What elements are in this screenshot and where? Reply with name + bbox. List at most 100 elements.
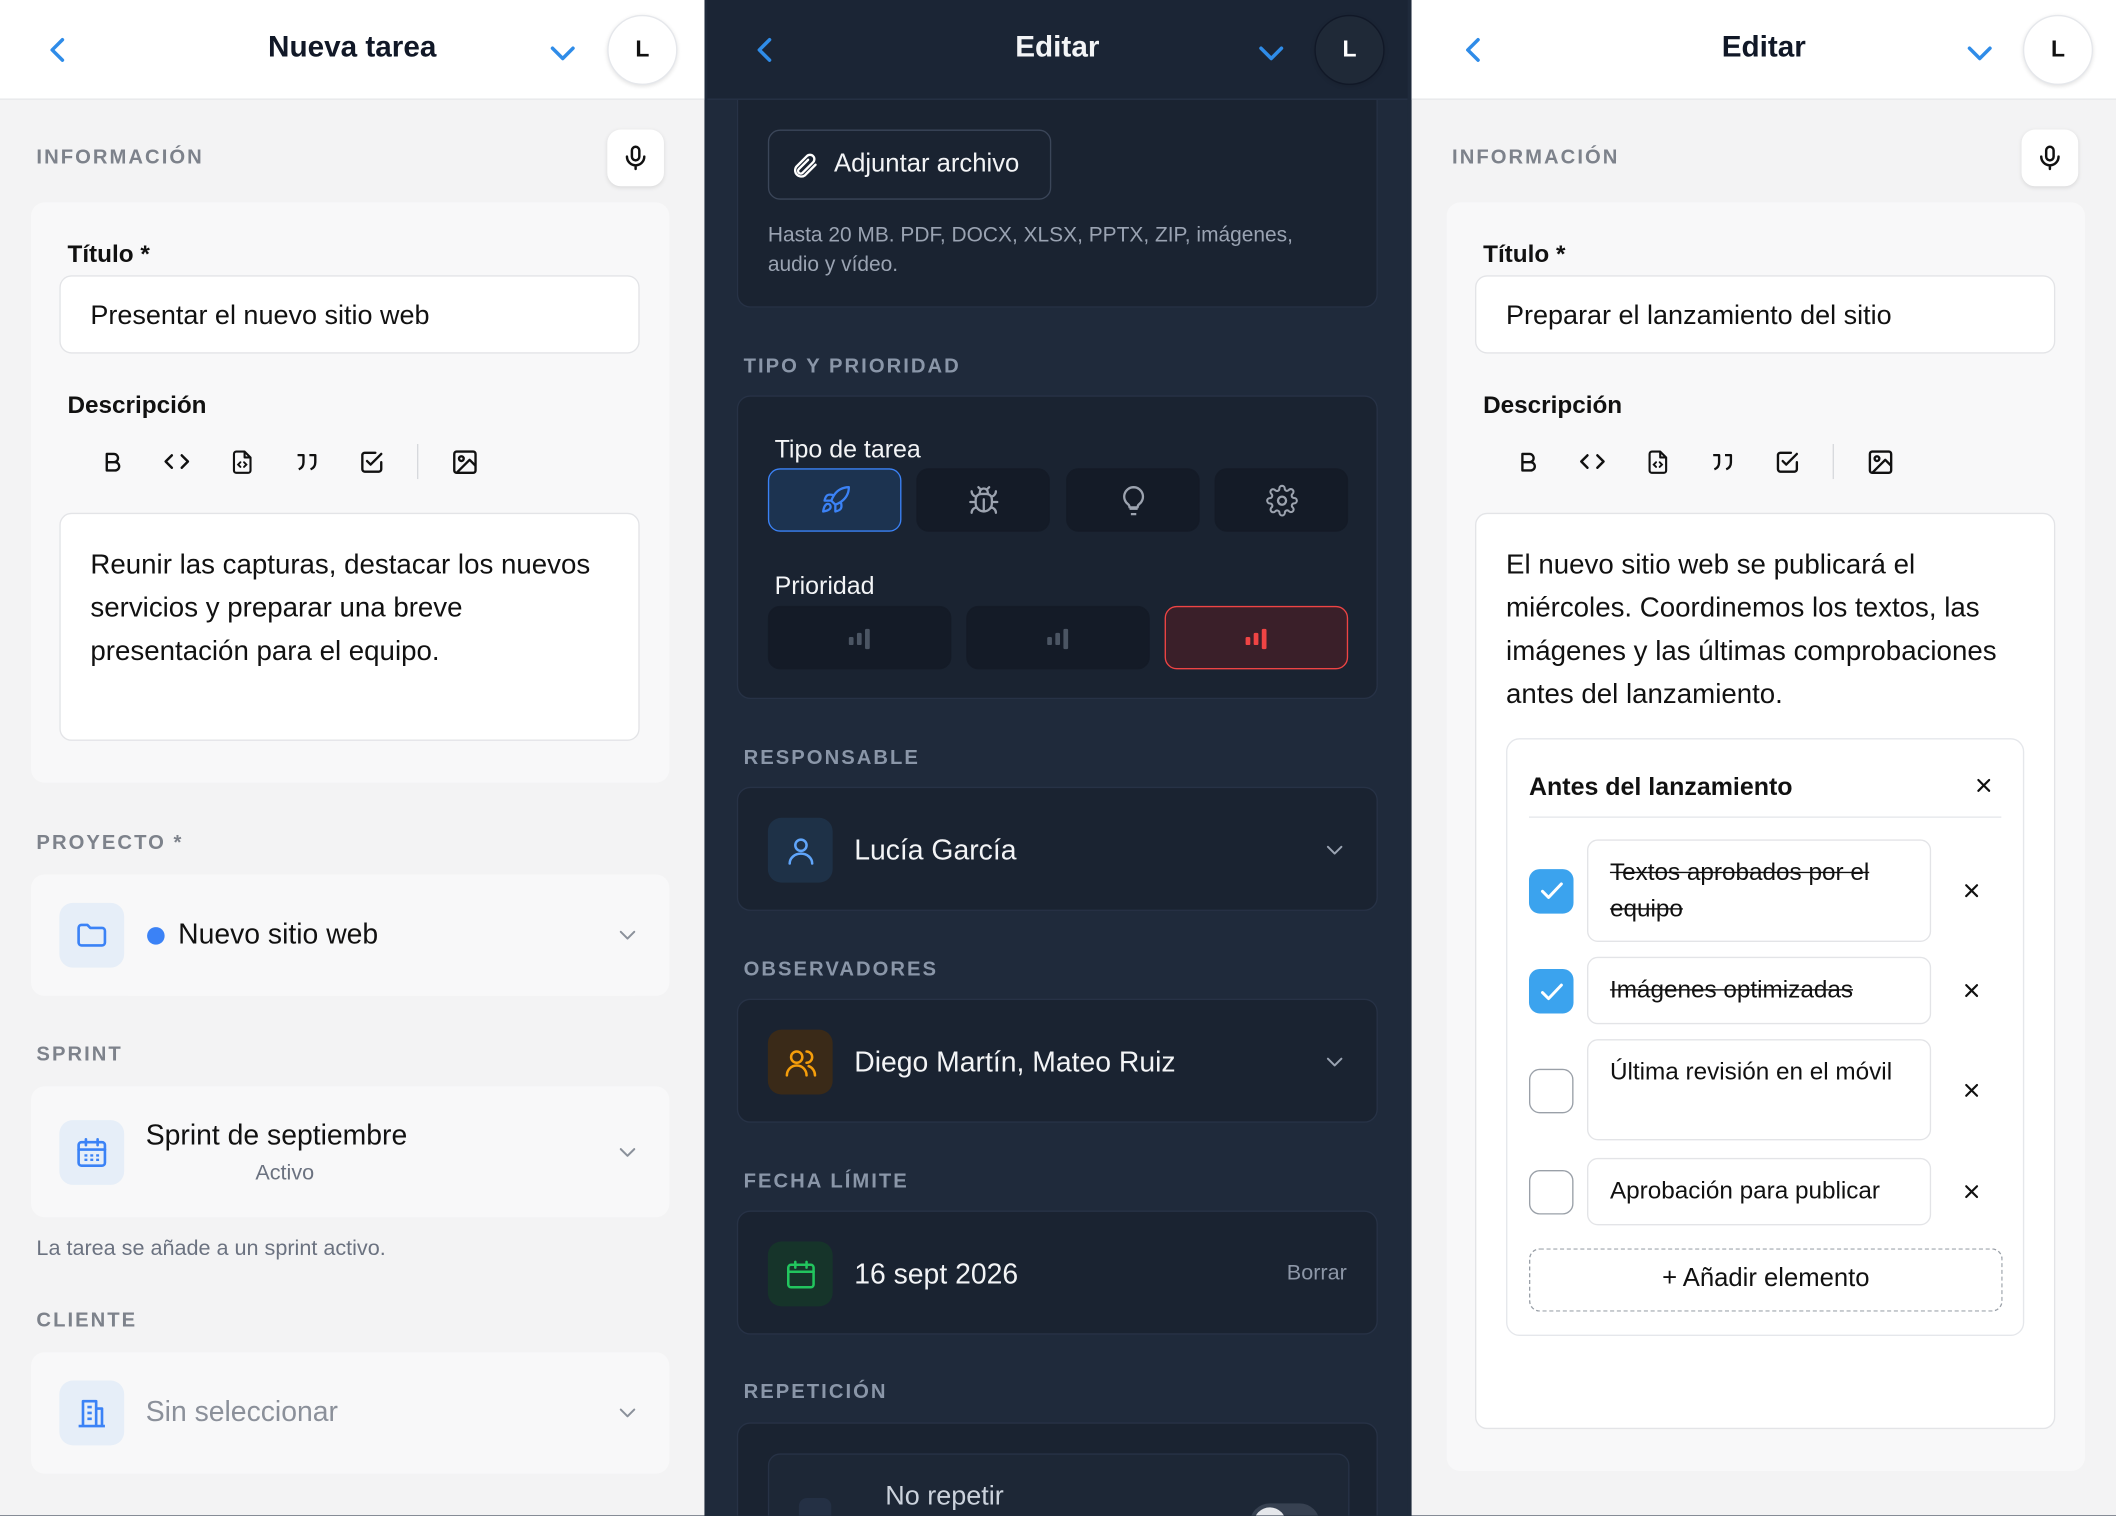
priority-medium[interactable] xyxy=(966,605,1150,670)
panel-edit-light: Editar L INFORMACIÓN Título * Preparar e… xyxy=(1411,0,2116,1516)
repeat-select[interactable]: No repetir xyxy=(767,1453,1350,1516)
code-icon xyxy=(162,447,192,477)
bold-button[interactable] xyxy=(80,441,145,481)
check-icon xyxy=(1535,874,1567,906)
checklist-checkbox[interactable] xyxy=(1528,868,1574,913)
section-due-date-label: FECHA LÍMITE xyxy=(743,1170,909,1193)
sprint-value: Sprint de septiembre xyxy=(145,1120,408,1152)
chevron-down-icon xyxy=(1321,837,1348,864)
checklist-checkbox[interactable] xyxy=(1528,1170,1574,1215)
section-watchers-label: OBSERVADORES xyxy=(743,958,939,982)
remove-item-icon[interactable] xyxy=(1961,1079,1983,1101)
task-type-maintenance[interactable] xyxy=(1214,468,1349,532)
code-button[interactable] xyxy=(144,441,209,481)
priority-high[interactable] xyxy=(1164,605,1349,670)
checklist-button[interactable] xyxy=(339,441,404,481)
remove-item-icon[interactable] xyxy=(1961,879,1983,901)
remove-item-icon[interactable] xyxy=(1961,980,1983,1002)
lightbulb-icon xyxy=(1117,484,1149,516)
voice-input-button[interactable] xyxy=(607,129,664,187)
image-icon xyxy=(450,447,478,475)
remove-item-icon[interactable] xyxy=(1961,1181,1983,1203)
users-icon xyxy=(783,1045,817,1079)
due-date-icon-box xyxy=(767,1241,833,1307)
sprint-icon-box xyxy=(59,1120,125,1185)
checklist-block: Antes del lanzamiento Textos aprobados p… xyxy=(1506,738,2025,1337)
checklist-button[interactable] xyxy=(1754,441,1819,481)
repeat-icon xyxy=(798,1497,832,1516)
chevron-down-icon xyxy=(614,1399,641,1426)
task-type-feature[interactable] xyxy=(767,468,902,532)
watchers-select[interactable]: Diego Martín, Mateo Ruiz xyxy=(736,998,1378,1123)
checklist-checkbox[interactable] xyxy=(1528,1068,1574,1113)
header: Editar L xyxy=(707,0,1408,100)
section-project-label: PROYECTO * xyxy=(36,831,184,855)
project-color-dot xyxy=(147,927,165,945)
checklist-title: Antes del lanzamiento xyxy=(1528,771,1793,801)
title-input[interactable]: Presentar el nuevo sitio web xyxy=(59,275,640,354)
description-editor[interactable]: Reunir las capturas, destacar los nuevos… xyxy=(59,512,640,741)
priority-bars-icon xyxy=(848,628,870,650)
calendar-icon xyxy=(74,1135,109,1170)
add-item-button[interactable]: + Añadir elemento xyxy=(1528,1248,2003,1312)
repeat-value: No repetir xyxy=(885,1481,1004,1512)
clear-date-button[interactable]: Borrar xyxy=(1287,1262,1347,1286)
attach-file-button[interactable]: Adjuntar archivo xyxy=(767,129,1052,200)
bold-icon xyxy=(98,447,126,475)
checklist-checkbox[interactable] xyxy=(1528,968,1574,1014)
project-value: Nuevo sitio web xyxy=(178,919,379,951)
calendar-icon xyxy=(783,1257,817,1291)
check-icon xyxy=(1535,975,1567,1007)
task-type-idea[interactable] xyxy=(1066,468,1200,532)
avatar[interactable]: L xyxy=(2022,14,2094,86)
code-block-button[interactable] xyxy=(209,441,274,481)
checklist-item-text[interactable]: Última revisión en el móvil xyxy=(1587,1039,1932,1141)
description-text: El nuevo sitio web se publicará el miérc… xyxy=(1506,549,1997,710)
title-input[interactable]: Preparar el lanzamiento del sitio xyxy=(1475,275,2056,354)
description-label: Descripción xyxy=(67,391,207,419)
chevron-down-icon[interactable] xyxy=(545,35,580,70)
microphone-icon xyxy=(621,143,651,173)
sprint-select[interactable]: Sprint de septiembre Activo xyxy=(31,1086,670,1218)
client-select[interactable]: Sin seleccionar xyxy=(31,1352,670,1474)
chevron-down-icon[interactable] xyxy=(1254,35,1289,70)
sprint-hint: La tarea se añade a un sprint activo. xyxy=(36,1237,386,1261)
due-date-select[interactable]: 16 sept 2026 Borrar xyxy=(736,1210,1378,1335)
page-title: Nueva tarea xyxy=(268,29,437,64)
chevron-down-icon xyxy=(614,922,641,949)
gear-icon xyxy=(1266,484,1298,516)
info-card: Título * Presentar el nuevo sitio web De… xyxy=(31,202,670,783)
quote-button[interactable] xyxy=(274,441,339,481)
image-button[interactable] xyxy=(432,441,497,481)
image-button[interactable] xyxy=(1847,441,1912,481)
avatar[interactable]: L xyxy=(1314,14,1385,86)
chevron-down-icon[interactable] xyxy=(1962,35,1997,70)
assignee-select[interactable]: Lucía García xyxy=(736,786,1378,911)
code-button[interactable] xyxy=(1560,441,1625,481)
project-select[interactable]: Nuevo sitio web xyxy=(31,874,670,996)
screenshot-stage: Nueva tarea L INFORMACIÓN Título * Prese… xyxy=(0,0,2116,1516)
avatar[interactable]: L xyxy=(607,14,678,86)
info-card: Título * Preparar el lanzamiento del sit… xyxy=(1446,202,2085,1471)
attach-hint: Hasta 20 MB. PDF, DOCX, XLSX, PPTX, ZIP,… xyxy=(767,224,1293,277)
checklist-item-text[interactable]: Textos aprobados por el equipo xyxy=(1587,839,1932,942)
remove-checklist-icon[interactable] xyxy=(1973,775,1995,797)
section-assignee-label: RESPONSABLE xyxy=(743,746,920,770)
section-repeat-label: REPETICIÓN xyxy=(743,1380,888,1404)
task-type-bug[interactable] xyxy=(916,468,1050,532)
formatting-toolbar xyxy=(1495,441,1912,481)
code-block-button[interactable] xyxy=(1625,441,1690,481)
priority-low[interactable] xyxy=(767,605,952,670)
checklist-item-text[interactable]: Aprobación para publicar xyxy=(1587,1157,1932,1226)
quote-button[interactable] xyxy=(1690,441,1755,481)
chevron-down-icon xyxy=(614,1139,641,1166)
bold-button[interactable] xyxy=(1495,441,1560,481)
panel-edit-dark: Adjuntar archivo Hasta 20 MB. PDF, DOCX,… xyxy=(707,0,1408,1516)
header: Editar L xyxy=(1411,0,2116,100)
sprint-status: Activo xyxy=(255,1161,315,1185)
voice-input-button[interactable] xyxy=(2021,129,2079,187)
formatting-toolbar xyxy=(80,441,497,481)
description-editor[interactable]: El nuevo sitio web se publicará el miérc… xyxy=(1475,512,2056,1430)
checklist-item-text[interactable]: Imágenes optimizadas xyxy=(1587,956,1932,1025)
repeat-toggle[interactable] xyxy=(1249,1503,1320,1516)
